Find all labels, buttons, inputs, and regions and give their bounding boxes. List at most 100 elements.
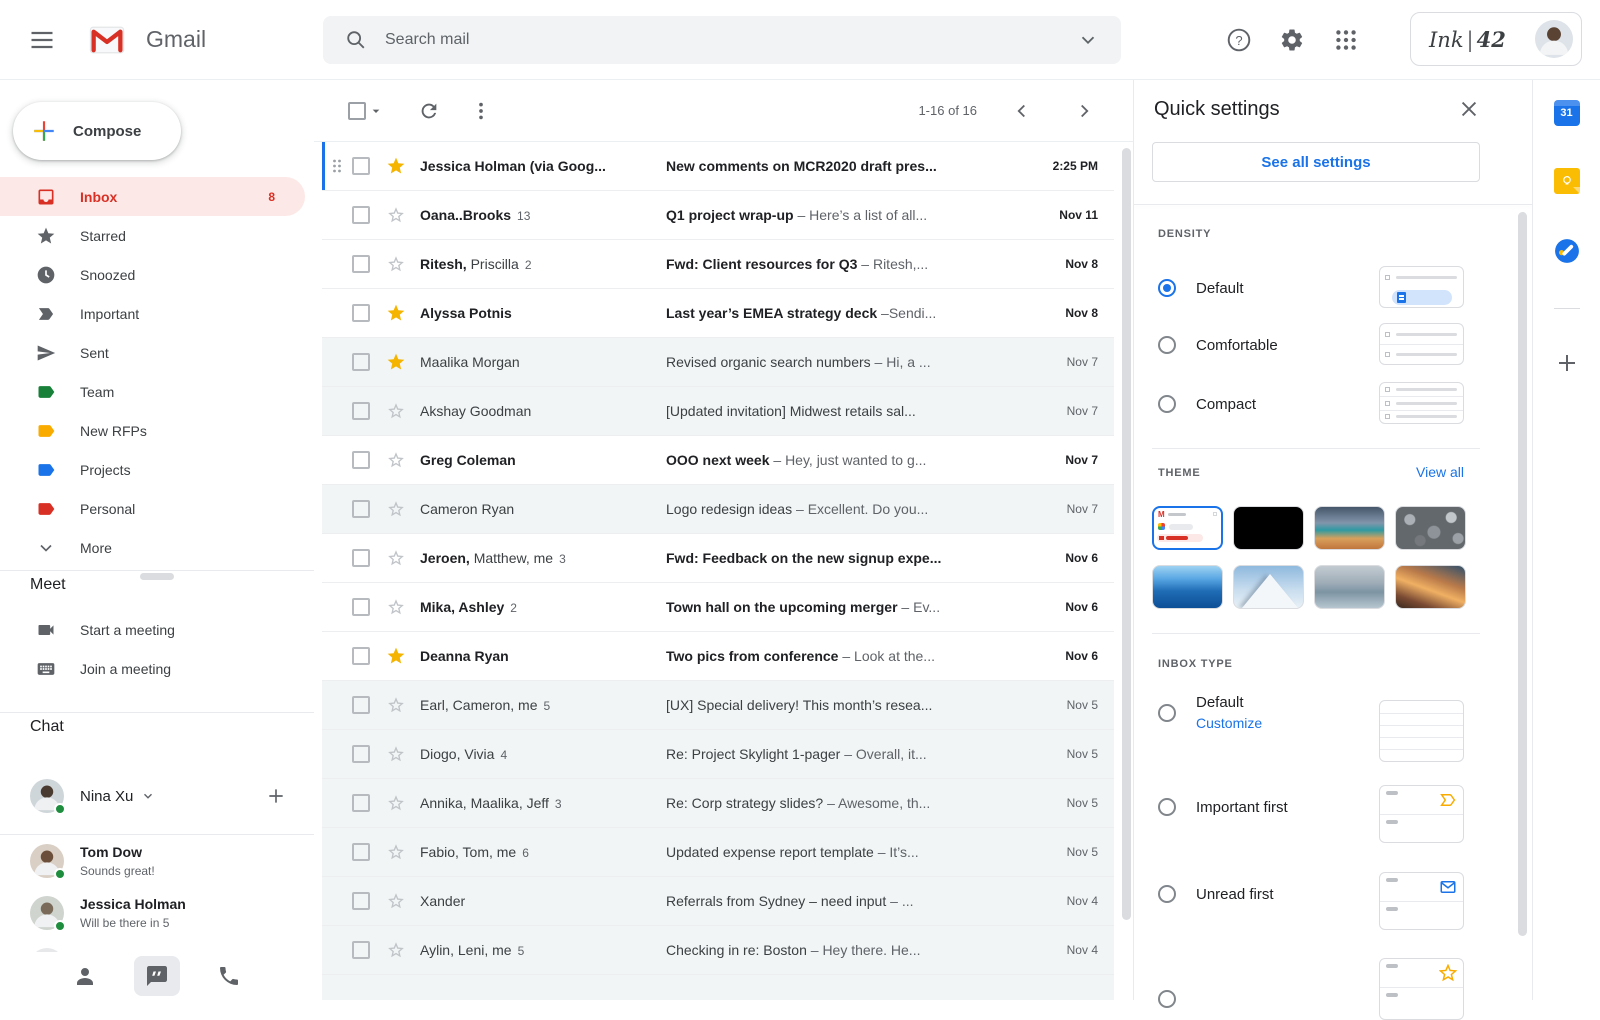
drag-handle[interactable] [328,501,346,517]
email-checkbox[interactable] [352,843,370,861]
email-checkbox[interactable] [352,157,370,175]
drag-handle[interactable] [328,746,346,762]
sidebar-item-inbox[interactable]: Inbox 8 [0,177,305,216]
drag-handle[interactable] [328,403,346,419]
email-checkbox[interactable] [352,353,370,371]
star-icon[interactable] [386,646,406,666]
star-icon[interactable] [386,597,406,617]
chat-self-row[interactable]: Nina Xu [0,768,314,824]
avatar[interactable] [1535,20,1573,58]
star-icon[interactable] [386,548,406,568]
star-icon[interactable] [386,156,406,176]
email-row[interactable]: Jeroen, Matthew, me3 Fwd: Feedback on th… [322,534,1114,583]
email-checkbox[interactable] [352,451,370,469]
drag-handle[interactable] [328,648,346,664]
email-checkbox[interactable] [352,647,370,665]
add-addon-plus-icon[interactable] [1555,351,1579,375]
star-icon[interactable] [386,205,406,225]
theme-thumbnail-misty-lake[interactable] [1314,565,1385,609]
newer-page-chevron-left-icon[interactable] [1011,100,1033,122]
email-row[interactable]: Annika, Maalika, Jeff3 Re: Corp strategy… [322,779,1114,828]
sidebar-item-personal[interactable]: Personal [0,489,305,528]
drag-handle[interactable] [328,550,346,566]
star-icon[interactable] [386,401,406,421]
sidebar-item-team[interactable]: Team [0,372,305,411]
sidebar-item-projects[interactable]: Projects [0,450,305,489]
add-chat-icon[interactable] [266,786,286,806]
sidebar-item-starred[interactable]: Starred [0,216,305,255]
account-chip[interactable]: Ink|42 [1410,12,1582,66]
compose-button[interactable]: Compose [13,102,181,160]
sidebar-item-important[interactable]: Important [0,294,305,333]
inbox-type-option[interactable] [1158,990,1176,1008]
close-icon[interactable] [1458,98,1480,120]
sidebar-item-snoozed[interactable]: Snoozed [0,255,305,294]
email-row[interactable]: Aylin, Leni, me5 Checking in re: Boston … [322,926,1114,975]
email-checkbox[interactable] [352,255,370,273]
star-icon[interactable] [386,695,406,715]
refresh-icon[interactable] [418,100,440,122]
drag-handle[interactable] [328,599,346,615]
drag-handle[interactable] [328,158,346,174]
star-icon[interactable] [386,303,406,323]
email-row[interactable]: Fabio, Tom, me6 Updated expense report t… [322,828,1114,877]
email-row[interactable]: Ritesh, Priscilla2 Fwd: Client resources… [322,240,1114,289]
more-options-icon[interactable] [470,100,492,122]
email-row[interactable]: Maalika Morgan Revised organic search nu… [322,338,1114,387]
drag-handle[interactable] [328,893,346,909]
drag-handle[interactable] [328,844,346,860]
hangouts-tab[interactable] [134,956,180,996]
customize-link[interactable]: Customize [1196,715,1262,731]
email-checkbox[interactable] [352,598,370,616]
email-row[interactable]: Cameron Ryan Logo redesign ideas – Excel… [322,485,1114,534]
chat-contact-row[interactable]: Jessica Holman Will be there in 5 [0,887,314,939]
density-option[interactable]: Default [1158,268,1244,308]
sidebar-item-new-rfps[interactable]: New RFPs [0,411,305,450]
theme-thumbnail-beach-storm[interactable] [1314,506,1385,550]
star-icon[interactable] [386,842,406,862]
email-checkbox[interactable] [352,892,370,910]
quick-settings-scrollbar[interactable] [1518,212,1527,936]
email-row-partial[interactable] [322,975,1114,1000]
email-checkbox[interactable] [352,941,370,959]
email-row[interactable]: Deanna Ryan Two pics from conference – L… [322,632,1114,681]
sidebar-item-more[interactable]: More [0,528,305,567]
radio-button[interactable] [1158,885,1176,903]
phone-tab[interactable] [206,956,252,996]
email-row[interactable]: Alyssa Potnis Last year’s EMEA strategy … [322,289,1114,338]
inbox-type-option[interactable]: Unread first [1158,885,1274,903]
drag-handle[interactable] [328,305,346,321]
star-icon[interactable] [386,254,406,274]
email-row[interactable]: Xander Referrals from Sydney – need inpu… [322,877,1114,926]
theme-thumbnail-sunset-bridge[interactable] [1395,565,1466,609]
older-page-chevron-right-icon[interactable] [1073,100,1095,122]
email-checkbox[interactable] [352,206,370,224]
star-icon[interactable] [386,352,406,372]
email-checkbox[interactable] [352,304,370,322]
radio-button[interactable] [1158,336,1176,354]
calendar-icon[interactable]: 31 [1554,100,1580,126]
radio-button[interactable] [1158,990,1176,1008]
drag-handle[interactable] [328,207,346,223]
drag-handle[interactable] [328,256,346,272]
email-row[interactable]: Oana..Brooks13 Q1 project wrap-up – Here… [322,191,1114,240]
email-list-scrollbar[interactable] [1122,148,1131,920]
drag-handle[interactable] [328,795,346,811]
density-option[interactable]: Compact [1158,384,1256,424]
theme-thumbnail-mountain[interactable] [1233,565,1304,609]
select-all-checkbox[interactable] [348,102,366,120]
star-icon[interactable] [386,450,406,470]
drag-handle[interactable] [328,942,346,958]
sidebar-item-sent[interactable]: Sent [0,333,305,372]
radio-button[interactable] [1158,704,1176,722]
theme-thumbnail-black[interactable] [1233,506,1304,550]
keep-icon[interactable] [1554,168,1580,194]
radio-button[interactable] [1158,279,1176,297]
email-row[interactable]: Jessica Holman (via Goog... New comments… [322,142,1114,191]
search-bar[interactable]: Search mail [323,16,1121,64]
email-checkbox[interactable] [352,745,370,763]
star-icon[interactable] [386,940,406,960]
density-option[interactable]: Comfortable [1158,325,1278,365]
hamburger-menu-icon[interactable] [28,26,56,54]
tasks-icon[interactable] [1554,238,1580,264]
